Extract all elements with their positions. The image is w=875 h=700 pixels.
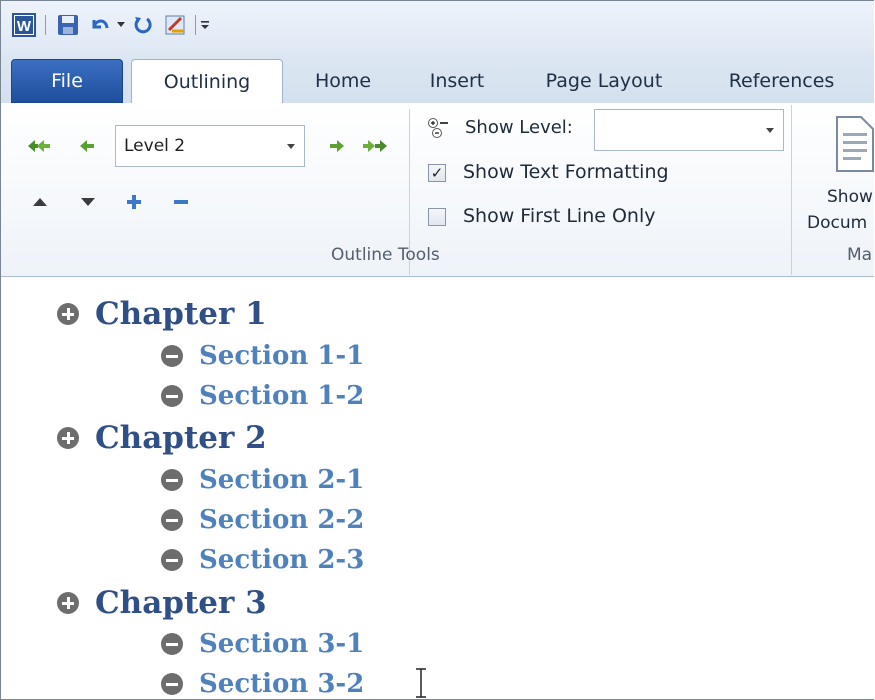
tab-references[interactable]: References xyxy=(714,59,849,103)
word-icon[interactable]: W xyxy=(12,13,36,37)
tab-page-layout[interactable]: Page Layout xyxy=(534,59,674,103)
word-window: W File Outlining Home Insert Page Layout… xyxy=(0,0,874,700)
move-up-icon[interactable] xyxy=(32,194,48,210)
show-first-line-only-checkbox[interactable] xyxy=(428,208,446,226)
collapse-symbol-icon[interactable] xyxy=(161,345,183,367)
text-cursor-icon xyxy=(414,668,428,698)
chevron-down-icon xyxy=(766,128,774,133)
show-level-select[interactable] xyxy=(594,109,784,151)
tab-outlining[interactable]: Outlining xyxy=(131,59,283,104)
show-document-label-line2[interactable]: Docum xyxy=(807,213,867,233)
show-level-label: Show Level: xyxy=(465,117,573,138)
undo-dropdown-icon[interactable] xyxy=(115,13,127,37)
show-text-formatting-label: Show Text Formatting xyxy=(463,161,669,183)
outline-heading-text: Section 1-1 xyxy=(199,341,365,371)
outline-heading-text: Chapter 2 xyxy=(95,420,267,456)
outline-heading-text: Chapter 3 xyxy=(95,585,267,621)
custom-icon[interactable] xyxy=(163,13,189,37)
checkmark-icon: ✓ xyxy=(430,163,444,182)
quick-access-toolbar: W xyxy=(1,1,874,53)
outline-heading-section-2-1[interactable]: Section 2-1 xyxy=(161,462,364,498)
show-document-label-line1[interactable]: Show xyxy=(827,187,873,207)
expand-icon[interactable] xyxy=(125,193,143,211)
expand-symbol-icon[interactable] xyxy=(57,592,79,614)
collapse-symbol-icon[interactable] xyxy=(161,385,183,407)
group-label-master-document: Ma xyxy=(847,245,873,265)
outline-heading-text: Section 2-1 xyxy=(199,465,365,495)
redo-icon[interactable] xyxy=(131,13,155,37)
outline-heading-section-1-1[interactable]: Section 1-1 xyxy=(161,338,364,374)
undo-icon[interactable] xyxy=(88,13,112,37)
outline-heading-text: Section 1-2 xyxy=(199,381,365,411)
outline-heading-section-2-2[interactable]: Section 2-2 xyxy=(161,502,364,538)
show-text-formatting-checkbox[interactable]: ✓ xyxy=(428,164,446,182)
collapse-symbol-icon[interactable] xyxy=(161,469,183,491)
expand-symbol-icon[interactable] xyxy=(57,303,79,325)
svg-text:W: W xyxy=(17,18,32,35)
outline-heading-text: Chapter 1 xyxy=(95,296,267,332)
customize-dropdown-icon[interactable] xyxy=(198,13,212,37)
promote-to-heading1-icon[interactable] xyxy=(27,136,51,156)
outline-heading-chapter-1[interactable]: Chapter 1 xyxy=(57,294,267,334)
demote-icon[interactable] xyxy=(327,136,347,156)
toolbar-separator xyxy=(195,15,196,35)
outline-level-select[interactable]: Level 2 xyxy=(115,125,305,167)
outline-heading-section-3-1[interactable]: Section 3-1 xyxy=(161,626,364,662)
group-label-outline-tools: Outline Tools xyxy=(331,245,440,265)
collapse-symbol-icon[interactable] xyxy=(161,549,183,571)
outline-heading-text: Section 2-2 xyxy=(199,505,365,535)
tab-file[interactable]: File xyxy=(11,59,123,103)
outline-heading-text: Section 2-3 xyxy=(199,545,365,575)
outline-heading-section-1-2[interactable]: Section 1-2 xyxy=(161,378,364,414)
collapse-symbol-icon[interactable] xyxy=(161,673,183,695)
outline-heading-section-3-2[interactable]: Section 3-2 xyxy=(161,666,365,699)
collapse-icon[interactable] xyxy=(172,193,190,211)
tab-insert[interactable]: Insert xyxy=(415,59,499,103)
move-down-icon[interactable] xyxy=(80,194,96,210)
outline-heading-chapter-3[interactable]: Chapter 3 xyxy=(57,583,267,623)
expand-symbol-icon[interactable] xyxy=(57,427,79,449)
ribbon-divider xyxy=(791,105,792,275)
show-first-line-only-label: Show First Line Only xyxy=(463,205,656,227)
outline-level-value: Level 2 xyxy=(124,136,186,156)
ribbon-tabs: File Outlining Home Insert Page Layout R… xyxy=(1,53,874,104)
show-document-icon[interactable] xyxy=(835,115,874,173)
show-level-icon xyxy=(426,117,454,141)
outline-heading-chapter-2[interactable]: Chapter 2 xyxy=(57,418,267,458)
toolbar-separator xyxy=(45,15,46,35)
outline-heading-text: Section 3-1 xyxy=(199,629,365,659)
collapse-symbol-icon[interactable] xyxy=(161,633,183,655)
outline-heading-text: Section 3-2 xyxy=(199,669,365,699)
promote-icon[interactable] xyxy=(77,136,97,156)
demote-to-body-text-icon[interactable] xyxy=(362,136,388,156)
tab-home[interactable]: Home xyxy=(301,59,385,103)
document-area[interactable] xyxy=(1,277,874,699)
chevron-down-icon xyxy=(287,144,295,149)
outline-heading-section-2-3[interactable]: Section 2-3 xyxy=(161,542,364,578)
collapse-symbol-icon[interactable] xyxy=(161,509,183,531)
save-icon[interactable] xyxy=(56,13,80,37)
